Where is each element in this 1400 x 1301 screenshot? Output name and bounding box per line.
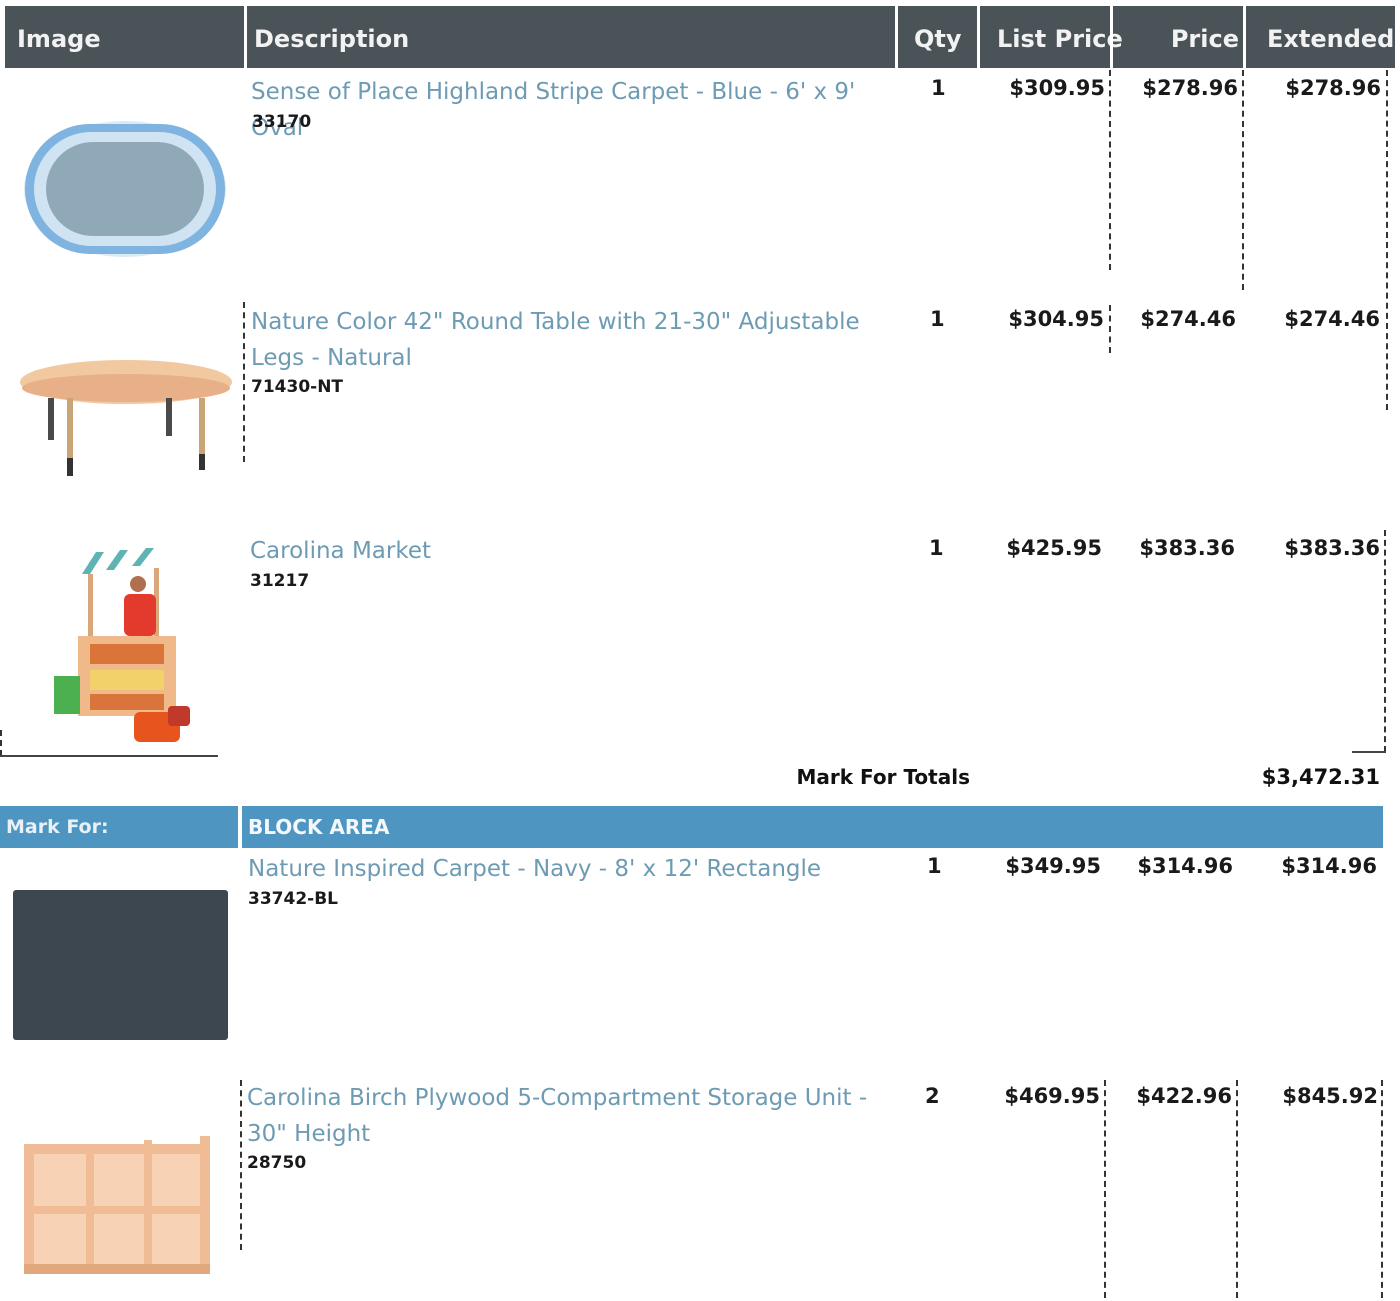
item-qty: 1 (929, 536, 944, 560)
header-divider (1243, 6, 1246, 68)
item-sku: 71430-NT (251, 377, 344, 397)
item-price: $274.46 (1140, 307, 1236, 331)
item-list-price: $469.95 (1004, 1084, 1100, 1108)
storage-unit-image (24, 1136, 210, 1274)
column-divider (1242, 70, 1244, 290)
item-price: $278.96 (1142, 76, 1238, 100)
item-qty: 2 (925, 1084, 940, 1108)
item-qty: 1 (930, 307, 945, 331)
header-divider (244, 6, 247, 68)
header-price: Price (1170, 25, 1239, 53)
item-description[interactable]: Nature Inspired Carpet - Navy - 8' x 12'… (248, 851, 888, 887)
item-extended: $383.36 (1284, 536, 1380, 560)
item-extended: $278.96 (1285, 76, 1381, 100)
item-sku: 28750 (247, 1153, 307, 1173)
mark-for-totals-label: Mark For Totals (796, 765, 971, 789)
column-divider (240, 1080, 242, 1250)
item-list-price: $425.95 (1006, 536, 1102, 560)
navy-carpet-image (13, 890, 228, 1040)
column-divider (1109, 305, 1111, 353)
item-description[interactable]: Sense of Place Highland Stripe Carpet - … (251, 74, 891, 146)
item-description[interactable]: Carolina Market (250, 533, 890, 569)
item-qty: 1 (931, 76, 946, 100)
mark-for-label: Mark For: (6, 816, 109, 838)
item-list-price: $349.95 (1005, 854, 1101, 878)
item-extended: $845.92 (1282, 1084, 1378, 1108)
market-stand-image (54, 548, 190, 742)
item-price: $383.36 (1139, 536, 1235, 560)
mark-for-divider (238, 806, 242, 848)
item-list-price: $304.95 (1008, 307, 1104, 331)
round-table-image (20, 360, 232, 476)
mark-for-totals-value: $3,472.31 (1261, 765, 1380, 789)
table-header: Image Description Qty List Price Price E… (5, 6, 1395, 68)
row-divider (1352, 751, 1386, 753)
item-sku: 33742-BL (248, 889, 338, 909)
mark-for-value: BLOCK AREA (248, 815, 390, 839)
item-qty: 1 (927, 854, 942, 878)
header-divider (1110, 6, 1113, 68)
column-divider (1236, 1080, 1238, 1298)
column-divider (243, 302, 245, 462)
header-extended: Extended (1267, 25, 1395, 53)
column-divider (1384, 530, 1386, 752)
item-extended: $274.46 (1284, 307, 1380, 331)
header-image: Image (17, 25, 101, 53)
item-sku: 33170 (252, 112, 312, 132)
column-divider (1381, 1080, 1383, 1298)
column-divider (0, 730, 2, 756)
blue-oval-carpet-image (24, 121, 226, 257)
header-description: Description (254, 25, 410, 53)
header-divider (977, 6, 980, 68)
row-divider (0, 755, 218, 757)
item-price: $314.96 (1137, 854, 1233, 878)
header-list-price: List Price (997, 25, 1123, 53)
item-description[interactable]: Carolina Birch Plywood 5-Compartment Sto… (247, 1080, 897, 1152)
mark-for-bar: Mark For: BLOCK AREA (0, 806, 1383, 848)
item-extended: $314.96 (1281, 854, 1377, 878)
column-divider (1104, 1080, 1106, 1298)
item-description[interactable]: Nature Color 42" Round Table with 21-30"… (251, 304, 901, 376)
header-qty: Qty (914, 25, 962, 53)
item-sku: 31217 (250, 571, 310, 591)
item-price: $422.96 (1136, 1084, 1232, 1108)
column-divider (1386, 70, 1388, 410)
header-divider (895, 6, 898, 68)
column-divider (1109, 70, 1111, 270)
item-list-price: $309.95 (1009, 76, 1105, 100)
